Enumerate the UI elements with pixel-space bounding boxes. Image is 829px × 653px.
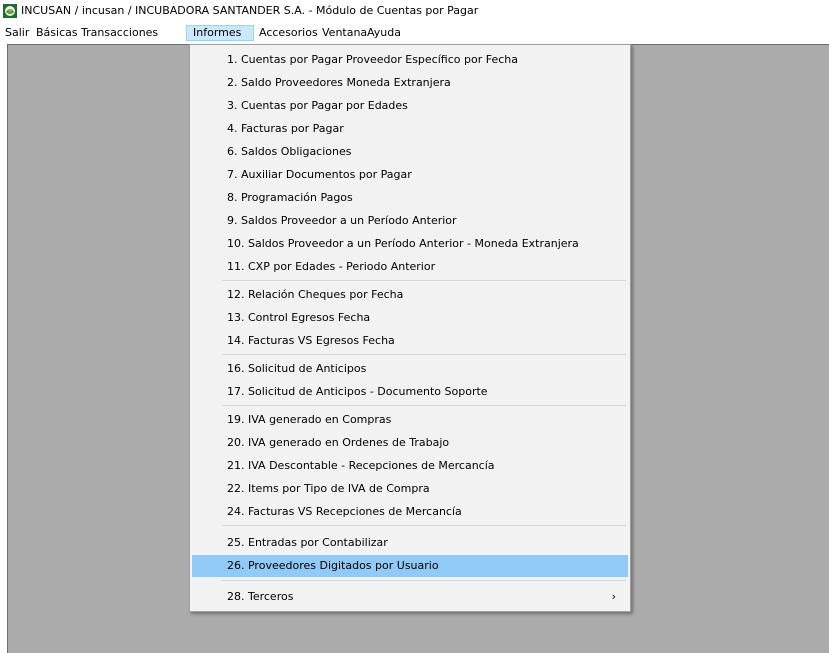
menu-separator: [222, 525, 626, 526]
menu-separator: [222, 354, 626, 355]
app-logo-icon: [3, 4, 17, 18]
menu-item-label: 8. Programación Pagos: [227, 191, 353, 204]
menu-item-report-12[interactable]: 12. Relación Cheques por Fecha: [192, 284, 628, 306]
menu-item-label: 26. Proveedores Digitados por Usuario: [227, 559, 439, 572]
menu-item-label: 19. IVA generado en Compras: [227, 413, 392, 426]
menu-item-label: 21. IVA Descontable - Recepciones de Mer…: [227, 459, 495, 472]
menu-item-label: 10. Saldos Proveedor a un Período Anteri…: [227, 237, 579, 250]
menu-ayuda[interactable]: Ayuda: [366, 25, 402, 41]
menu-item-label: 28. Terceros: [227, 590, 294, 603]
menu-informes[interactable]: Informes: [186, 25, 254, 41]
menu-item-label: 12. Relación Cheques por Fecha: [227, 288, 404, 301]
menu-item-report-17[interactable]: 17. Solicitud de Anticipos - Documento S…: [192, 381, 628, 403]
menu-accesorios[interactable]: Accesorios: [258, 25, 319, 41]
menu-item-label: 14. Facturas VS Egresos Fecha: [227, 334, 395, 347]
menu-item-report-3[interactable]: 3. Cuentas por Pagar por Edades: [192, 95, 628, 117]
menu-item-report-9[interactable]: 9. Saldos Proveedor a un Período Anterio…: [192, 210, 628, 232]
menu-item-label: 3. Cuentas por Pagar por Edades: [227, 99, 408, 112]
menu-item-report-2[interactable]: 2. Saldo Proveedores Moneda Extranjera: [192, 72, 628, 94]
menu-item-label: 25. Entradas por Contabilizar: [227, 536, 388, 549]
menu-item-report-25[interactable]: 25. Entradas por Contabilizar: [192, 532, 628, 554]
window-title: INCUSAN / incusan / INCUBADORA SANTANDER…: [21, 4, 479, 17]
menu-item-report-8[interactable]: 8. Programación Pagos: [192, 187, 628, 209]
menu-item-label: 9. Saldos Proveedor a un Período Anterio…: [227, 214, 457, 227]
menu-item-report-28[interactable]: 28. Terceros ›: [192, 586, 628, 608]
menu-item-report-20[interactable]: 20. IVA generado en Ordenes de Trabajo: [192, 432, 628, 454]
menu-item-report-19[interactable]: 19. IVA generado en Compras: [192, 409, 628, 431]
menu-separator: [222, 580, 626, 581]
menu-item-label: 16. Solicitud de Anticipos: [227, 362, 367, 375]
menu-item-label: 22. Items por Tipo de IVA de Compra: [227, 482, 430, 495]
menu-item-label: 2. Saldo Proveedores Moneda Extranjera: [227, 76, 451, 89]
menu-item-report-10[interactable]: 10. Saldos Proveedor a un Período Anteri…: [192, 233, 628, 255]
menu-item-label: 20. IVA generado en Ordenes de Trabajo: [227, 436, 450, 449]
menu-item-label: 17. Solicitud de Anticipos - Documento S…: [227, 385, 488, 398]
menu-item-label: 6. Saldos Obligaciones: [227, 145, 352, 158]
menu-item-report-4[interactable]: 4. Facturas por Pagar: [192, 118, 628, 140]
informes-dropdown-menu: 1. Cuentas por Pagar Proveedor Específic…: [189, 44, 631, 612]
title-bar: INCUSAN / incusan / INCUBADORA SANTANDER…: [0, 0, 829, 22]
menu-item-label: 13. Control Egresos Fecha: [227, 311, 371, 324]
menu-item-label: 1. Cuentas por Pagar Proveedor Específic…: [227, 53, 518, 66]
chevron-right-icon: ›: [611, 590, 616, 603]
menu-item-report-11[interactable]: 11. CXP por Edades - Periodo Anterior: [192, 256, 628, 278]
menu-item-report-16[interactable]: 16. Solicitud de Anticipos: [192, 358, 628, 380]
menu-item-report-14[interactable]: 14. Facturas VS Egresos Fecha: [192, 330, 628, 352]
menu-item-report-22[interactable]: 22. Items por Tipo de IVA de Compra: [192, 478, 628, 500]
menu-basicas[interactable]: Básicas: [35, 25, 79, 41]
menu-item-report-21[interactable]: 21. IVA Descontable - Recepciones de Mer…: [192, 455, 628, 477]
menu-transacciones[interactable]: Transacciones: [80, 25, 159, 41]
menu-item-label: 24. Facturas VS Recepciones de Mercancía: [227, 505, 462, 518]
menu-item-report-7[interactable]: 7. Auxiliar Documentos por Pagar: [192, 164, 628, 186]
menu-separator: [222, 405, 626, 406]
menu-item-report-13[interactable]: 13. Control Egresos Fecha: [192, 307, 628, 329]
menu-item-report-1[interactable]: 1. Cuentas por Pagar Proveedor Específic…: [192, 49, 628, 71]
menu-ventana[interactable]: Ventana: [321, 25, 368, 41]
menu-separator: [222, 280, 626, 281]
menu-item-report-26[interactable]: 26. Proveedores Digitados por Usuario: [192, 555, 628, 577]
menu-item-report-6[interactable]: 6. Saldos Obligaciones: [192, 141, 628, 163]
menu-bar: Salir Básicas Transacciones Informes Acc…: [0, 22, 829, 44]
menu-item-report-24[interactable]: 24. Facturas VS Recepciones de Mercancía: [192, 501, 628, 523]
menu-item-label: 7. Auxiliar Documentos por Pagar: [227, 168, 412, 181]
menu-item-label: 11. CXP por Edades - Periodo Anterior: [227, 260, 436, 273]
menu-item-label: 4. Facturas por Pagar: [227, 122, 344, 135]
menu-salir[interactable]: Salir: [4, 25, 30, 41]
